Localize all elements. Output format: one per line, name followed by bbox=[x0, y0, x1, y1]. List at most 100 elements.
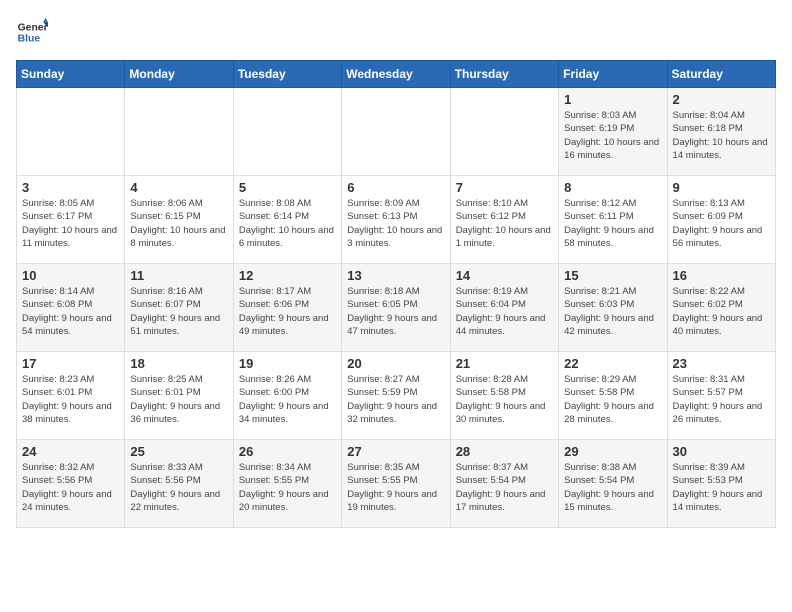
day-info: Sunrise: 8:31 AM Sunset: 5:57 PM Dayligh… bbox=[673, 373, 770, 426]
calendar-cell: 9 Sunrise: 8:13 AM Sunset: 6:09 PM Daylig… bbox=[667, 176, 775, 264]
day-number: 11 bbox=[130, 268, 227, 283]
weekday-header-tuesday: Tuesday bbox=[233, 61, 341, 88]
day-info: Sunrise: 8:32 AM Sunset: 5:56 PM Dayligh… bbox=[22, 461, 119, 514]
calendar-cell: 19 Sunrise: 8:26 AM Sunset: 6:00 PM Dayli… bbox=[233, 352, 341, 440]
page-header: General Blue bbox=[16, 16, 776, 48]
day-info: Sunrise: 8:21 AM Sunset: 6:03 PM Dayligh… bbox=[564, 285, 661, 338]
calendar-cell: 21 Sunrise: 8:28 AM Sunset: 5:58 PM Dayli… bbox=[450, 352, 558, 440]
weekday-header-row: SundayMondayTuesdayWednesdayThursdayFrid… bbox=[17, 61, 776, 88]
day-number: 19 bbox=[239, 356, 336, 371]
day-number: 3 bbox=[22, 180, 119, 195]
calendar-cell: 6 Sunrise: 8:09 AM Sunset: 6:13 PM Daylig… bbox=[342, 176, 450, 264]
calendar-cell: 18 Sunrise: 8:25 AM Sunset: 6:01 PM Dayli… bbox=[125, 352, 233, 440]
calendar-cell bbox=[125, 88, 233, 176]
weekday-header-friday: Friday bbox=[559, 61, 667, 88]
day-info: Sunrise: 8:22 AM Sunset: 6:02 PM Dayligh… bbox=[673, 285, 770, 338]
calendar-cell: 15Sunrise: 8:21 AM Sunset: 6:03 PM Dayli… bbox=[559, 264, 667, 352]
calendar-cell: 1 Sunrise: 8:03 AM Sunset: 6:19 PM Daylig… bbox=[559, 88, 667, 176]
day-info: Sunrise: 8:35 AM Sunset: 5:55 PM Dayligh… bbox=[347, 461, 444, 514]
calendar-cell: 11 Sunrise: 8:16 AM Sunset: 6:07 PM Dayli… bbox=[125, 264, 233, 352]
day-number: 18 bbox=[130, 356, 227, 371]
calendar-cell: 14Sunrise: 8:19 AM Sunset: 6:04 PM Dayli… bbox=[450, 264, 558, 352]
calendar-cell: 23 Sunrise: 8:31 AM Sunset: 5:57 PM Dayli… bbox=[667, 352, 775, 440]
day-info: Sunrise: 8:38 AM Sunset: 5:54 PM Dayligh… bbox=[564, 461, 661, 514]
day-number: 24 bbox=[22, 444, 119, 459]
calendar-week-1: 1 Sunrise: 8:03 AM Sunset: 6:19 PM Daylig… bbox=[17, 88, 776, 176]
day-info: Sunrise: 8:25 AM Sunset: 6:01 PM Dayligh… bbox=[130, 373, 227, 426]
day-number: 9 bbox=[673, 180, 770, 195]
calendar-cell bbox=[17, 88, 125, 176]
day-info: Sunrise: 8:29 AM Sunset: 5:58 PM Dayligh… bbox=[564, 373, 661, 426]
calendar-cell: 10 Sunrise: 8:14 AM Sunset: 6:08 PM Dayli… bbox=[17, 264, 125, 352]
day-info: Sunrise: 8:37 AM Sunset: 5:54 PM Dayligh… bbox=[456, 461, 553, 514]
day-info: Sunrise: 8:06 AM Sunset: 6:15 PM Dayligh… bbox=[130, 197, 227, 250]
calendar-week-2: 3 Sunrise: 8:05 AM Sunset: 6:17 PM Daylig… bbox=[17, 176, 776, 264]
day-info: Sunrise: 8:16 AM Sunset: 6:07 PM Dayligh… bbox=[130, 285, 227, 338]
calendar-cell: 28 Sunrise: 8:37 AM Sunset: 5:54 PM Dayli… bbox=[450, 440, 558, 528]
day-number: 10 bbox=[22, 268, 119, 283]
day-number: 13 bbox=[347, 268, 444, 283]
weekday-header-thursday: Thursday bbox=[450, 61, 558, 88]
day-info: Sunrise: 8:09 AM Sunset: 6:13 PM Dayligh… bbox=[347, 197, 444, 250]
weekday-header-wednesday: Wednesday bbox=[342, 61, 450, 88]
day-info: Sunrise: 8:27 AM Sunset: 5:59 PM Dayligh… bbox=[347, 373, 444, 426]
weekday-header-sunday: Sunday bbox=[17, 61, 125, 88]
day-number: 14 bbox=[456, 268, 553, 283]
day-info: Sunrise: 8:13 AM Sunset: 6:09 PM Dayligh… bbox=[673, 197, 770, 250]
day-info: Sunrise: 8:04 AM Sunset: 6:18 PM Dayligh… bbox=[673, 109, 770, 162]
day-number: 8 bbox=[564, 180, 661, 195]
day-number: 7 bbox=[456, 180, 553, 195]
day-info: Sunrise: 8:17 AM Sunset: 6:06 PM Dayligh… bbox=[239, 285, 336, 338]
day-info: Sunrise: 8:26 AM Sunset: 6:00 PM Dayligh… bbox=[239, 373, 336, 426]
day-number: 1 bbox=[564, 92, 661, 107]
day-number: 6 bbox=[347, 180, 444, 195]
calendar-cell: 27 Sunrise: 8:35 AM Sunset: 5:55 PM Dayli… bbox=[342, 440, 450, 528]
calendar-week-5: 24 Sunrise: 8:32 AM Sunset: 5:56 PM Dayli… bbox=[17, 440, 776, 528]
calendar-week-3: 10 Sunrise: 8:14 AM Sunset: 6:08 PM Dayli… bbox=[17, 264, 776, 352]
calendar-cell: 5 Sunrise: 8:08 AM Sunset: 6:14 PM Daylig… bbox=[233, 176, 341, 264]
day-info: Sunrise: 8:03 AM Sunset: 6:19 PM Dayligh… bbox=[564, 109, 661, 162]
calendar-cell: 3 Sunrise: 8:05 AM Sunset: 6:17 PM Daylig… bbox=[17, 176, 125, 264]
calendar-cell: 2 Sunrise: 8:04 AM Sunset: 6:18 PM Daylig… bbox=[667, 88, 775, 176]
day-number: 4 bbox=[130, 180, 227, 195]
calendar-cell: 20 Sunrise: 8:27 AM Sunset: 5:59 PM Dayli… bbox=[342, 352, 450, 440]
logo-icon: General Blue bbox=[16, 16, 48, 48]
calendar-cell bbox=[450, 88, 558, 176]
calendar-week-4: 17Sunrise: 8:23 AM Sunset: 6:01 PM Dayli… bbox=[17, 352, 776, 440]
day-number: 25 bbox=[130, 444, 227, 459]
calendar-cell: 4 Sunrise: 8:06 AM Sunset: 6:15 PM Daylig… bbox=[125, 176, 233, 264]
svg-text:Blue: Blue bbox=[18, 34, 41, 45]
calendar-cell: 16 Sunrise: 8:22 AM Sunset: 6:02 PM Dayli… bbox=[667, 264, 775, 352]
calendar-cell: 29Sunrise: 8:38 AM Sunset: 5:54 PM Dayli… bbox=[559, 440, 667, 528]
calendar-cell: 24 Sunrise: 8:32 AM Sunset: 5:56 PM Dayli… bbox=[17, 440, 125, 528]
day-info: Sunrise: 8:18 AM Sunset: 6:05 PM Dayligh… bbox=[347, 285, 444, 338]
day-number: 2 bbox=[673, 92, 770, 107]
day-info: Sunrise: 8:39 AM Sunset: 5:53 PM Dayligh… bbox=[673, 461, 770, 514]
day-info: Sunrise: 8:05 AM Sunset: 6:17 PM Dayligh… bbox=[22, 197, 119, 250]
calendar-cell bbox=[342, 88, 450, 176]
day-info: Sunrise: 8:14 AM Sunset: 6:08 PM Dayligh… bbox=[22, 285, 119, 338]
calendar-cell: 26Sunrise: 8:34 AM Sunset: 5:55 PM Dayli… bbox=[233, 440, 341, 528]
calendar-cell: 17Sunrise: 8:23 AM Sunset: 6:01 PM Dayli… bbox=[17, 352, 125, 440]
calendar-cell: 13 Sunrise: 8:18 AM Sunset: 6:05 PM Dayli… bbox=[342, 264, 450, 352]
day-info: Sunrise: 8:34 AM Sunset: 5:55 PM Dayligh… bbox=[239, 461, 336, 514]
day-number: 5 bbox=[239, 180, 336, 195]
day-number: 22 bbox=[564, 356, 661, 371]
day-number: 27 bbox=[347, 444, 444, 459]
weekday-header-monday: Monday bbox=[125, 61, 233, 88]
day-info: Sunrise: 8:08 AM Sunset: 6:14 PM Dayligh… bbox=[239, 197, 336, 250]
calendar-cell: 12 Sunrise: 8:17 AM Sunset: 6:06 PM Dayli… bbox=[233, 264, 341, 352]
day-number: 30 bbox=[673, 444, 770, 459]
day-number: 23 bbox=[673, 356, 770, 371]
day-number: 17 bbox=[22, 356, 119, 371]
day-number: 16 bbox=[673, 268, 770, 283]
calendar-cell: 30 Sunrise: 8:39 AM Sunset: 5:53 PM Dayli… bbox=[667, 440, 775, 528]
calendar-cell: 8Sunrise: 8:12 AM Sunset: 6:11 PM Daylig… bbox=[559, 176, 667, 264]
weekday-header-saturday: Saturday bbox=[667, 61, 775, 88]
day-number: 20 bbox=[347, 356, 444, 371]
day-number: 28 bbox=[456, 444, 553, 459]
day-info: Sunrise: 8:28 AM Sunset: 5:58 PM Dayligh… bbox=[456, 373, 553, 426]
day-number: 21 bbox=[456, 356, 553, 371]
calendar-table: SundayMondayTuesdayWednesdayThursdayFrid… bbox=[16, 60, 776, 528]
day-number: 12 bbox=[239, 268, 336, 283]
